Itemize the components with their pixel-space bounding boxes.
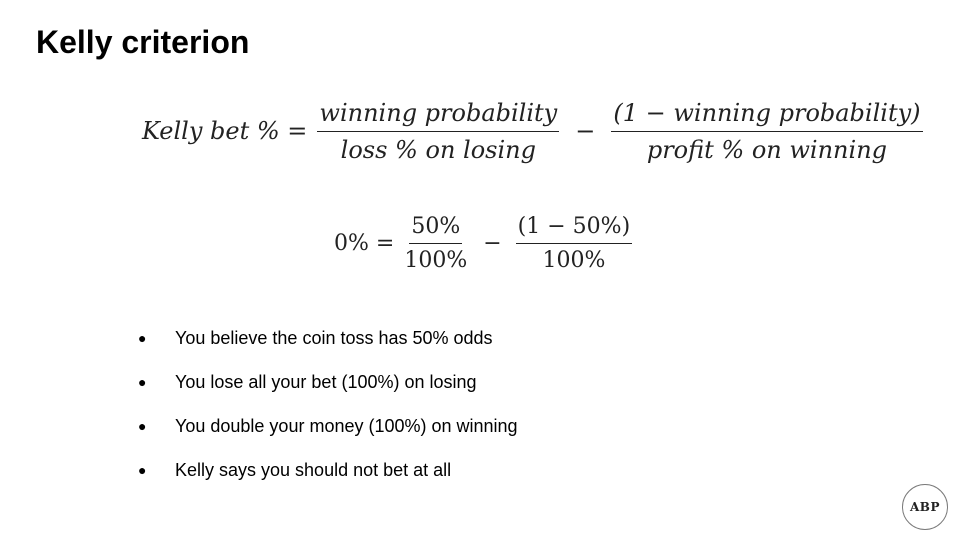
- kelly-formula-example: 0% = 50% 100% − (1 − 50%) 100%: [334, 208, 636, 278]
- bullet-dot-icon: ●: [138, 462, 147, 478]
- bullet-item: ● You believe the coin toss has 50% odds: [138, 320, 518, 356]
- bullet-item: ● You lose all your bet (100%) on losing: [138, 364, 518, 400]
- fraction-numerator: 50%: [409, 214, 463, 244]
- fraction-winning-over-loss: winning probability loss % on losing: [317, 99, 560, 164]
- minus-operator: −: [575, 117, 596, 145]
- abp-logo: ABP: [902, 484, 948, 530]
- formula-lhs: Kelly bet % =: [142, 117, 308, 145]
- fraction-denominator: 100%: [404, 247, 468, 273]
- minus-operator: −: [483, 230, 502, 256]
- bullet-list: ● You believe the coin toss has 50% odds…: [138, 320, 518, 496]
- fraction-denominator: profit % on winning: [646, 135, 888, 164]
- fraction-numerator: (1 − winning probability): [611, 99, 923, 132]
- bullet-text: Kelly says you should not bet at all: [175, 459, 452, 480]
- fraction-denominator: loss % on losing: [340, 135, 536, 164]
- slide-title: Kelly criterion: [36, 24, 250, 60]
- bullet-dot-icon: ●: [138, 374, 147, 390]
- fraction-numerator: winning probability: [317, 99, 560, 132]
- bullet-dot-icon: ●: [138, 330, 147, 346]
- fraction-denominator: 100%: [542, 247, 606, 273]
- fraction-losing-over-profit: (1 − winning probability) profit % on wi…: [611, 99, 923, 164]
- fraction-50-over-100: 50% 100%: [402, 214, 469, 273]
- bullet-item: ● You double your money (100%) on winnin…: [138, 408, 518, 444]
- fraction-1-minus-50-over-100: (1 − 50%) 100%: [515, 214, 633, 273]
- bullet-text: You lose all your bet (100%) on losing: [175, 371, 477, 392]
- bullet-text: You double your money (100%) on winning: [175, 415, 518, 436]
- bullet-dot-icon: ●: [138, 418, 147, 434]
- kelly-formula-general: Kelly bet % = winning probability loss %…: [142, 94, 927, 168]
- fraction-numerator: (1 − 50%): [515, 214, 633, 244]
- logo-text: ABP: [910, 500, 940, 514]
- bullet-item: ● Kelly says you should not bet at all: [138, 452, 518, 488]
- formula-lhs: 0% =: [334, 230, 395, 256]
- bullet-text: You believe the coin toss has 50% odds: [175, 327, 493, 348]
